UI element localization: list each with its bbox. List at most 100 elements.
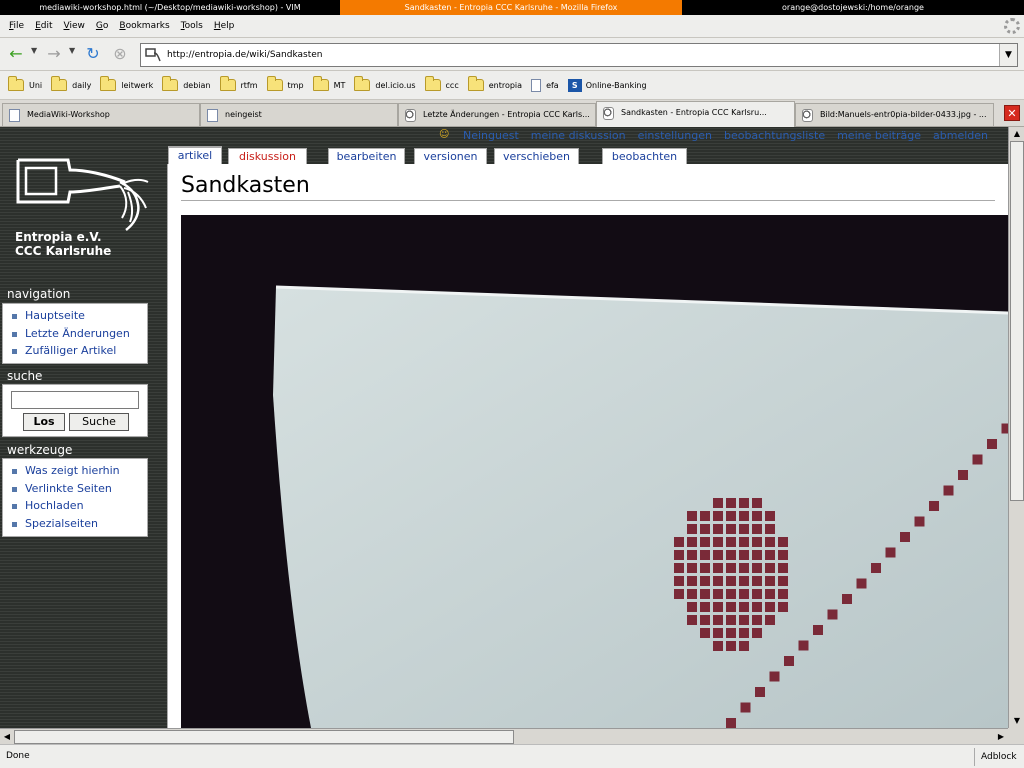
personal-link-user[interactable]: Neinguest [463,129,519,142]
personal-link-watchlist[interactable]: beobachtungsliste [724,129,825,142]
tab-letzte-aenderungen[interactable]: Letzte Änderungen - Entropia CCC Karls..… [398,103,596,126]
bookmark-ccc[interactable]: ccc [424,76,459,91]
url-history-dropdown-icon[interactable]: ▼ [999,44,1017,66]
vertical-scroll-thumb[interactable] [1010,141,1024,501]
tab-verschieben[interactable]: verschieben [494,148,579,164]
bookmark-online-banking[interactable]: S Online-Banking [567,78,647,92]
window-title-vim[interactable]: mediawiki-workshop.html (~/Desktop/media… [0,0,340,15]
bookmark-rtfm[interactable]: rtfm [219,76,258,91]
bookmark-entropia[interactable]: entropia [467,76,522,91]
personal-link-preferences[interactable]: einstellungen [638,129,712,142]
menu-view[interactable]: View [64,21,85,31]
user-icon: ☺ [439,129,450,140]
tool-link-whatlinkshere[interactable]: Was zeigt hierhin [11,462,147,480]
toolbox-heading: werkzeuge [7,443,73,457]
folder-icon [467,76,484,91]
tab-artikel[interactable]: artikel [168,146,222,164]
folder-icon [162,76,179,91]
close-tab-icon[interactable]: ✕ [1004,105,1020,121]
bookmark-efa[interactable]: efa [531,78,559,92]
menu-edit[interactable]: Edit [35,21,52,31]
search-heading: suche [7,369,43,383]
horizontal-scroll-thumb[interactable] [14,730,514,744]
tab-diskussion[interactable]: diskussion [228,148,307,164]
tab-bearbeiten[interactable]: bearbeiten [328,148,405,164]
tab-neingeist[interactable]: neingeist [200,103,398,126]
window-title-firefox[interactable]: Sandkasten - Entropia CCC Karlsruhe - Mo… [340,0,682,15]
logo-line-1: Entropia e.V. [15,230,102,244]
menu-bookmarks[interactable]: Bookmarks [119,21,169,31]
nav-link-hauptseite[interactable]: Hauptseite [11,307,147,325]
reload-icon[interactable]: ↻ [83,44,103,64]
search-box: Los Suche [2,384,148,437]
toolbox-box: Was zeigt hierhin Verlinkte Seiten Hochl… [2,458,148,537]
forward-dropdown-icon[interactable]: ▼ [69,46,75,55]
forward-arrow-icon[interactable]: → [44,44,64,64]
tool-link-special-pages[interactable]: Spezialseiten [11,515,147,533]
nav-link-letzte-aenderungen[interactable]: Letzte Änderungen [11,325,147,343]
page-title: Sandkasten [181,173,310,198]
personal-tools: ☺ Neinguest meine diskussion einstellung… [427,127,988,143]
wiki-favicon-icon [603,107,614,120]
page-icon [207,109,218,122]
personal-link-talk[interactable]: meine diskussion [531,129,626,142]
folder-icon [354,76,371,91]
navigation-box: Hauptseite Letzte Änderungen Zufälliger … [2,303,148,364]
page-viewport: ☺ Neinguest meine diskussion einstellung… [0,127,1008,728]
bookmark-mt[interactable]: MT [312,76,345,91]
tab-mediawiki-workshop[interactable]: MediaWiki-Workshop [2,103,200,126]
menu-help[interactable]: Help [214,21,235,31]
scroll-left-icon[interactable]: ◀ [0,730,14,744]
tab-bild-manuels[interactable]: Bild:Manuels-entr0pia-bilder-0433.jpg - … [795,103,994,126]
menu-file[interactable]: File [9,21,24,31]
personal-link-logout[interactable]: abmelden [933,129,988,142]
bookmark-uni[interactable]: Uni [8,76,42,91]
personal-link-contributions[interactable]: meine beiträge [837,129,921,142]
article-photo[interactable] [181,215,1008,728]
folder-icon [219,76,236,91]
scroll-up-icon[interactable]: ▲ [1010,127,1024,141]
back-dropdown-icon[interactable]: ▼ [31,46,37,55]
scroll-down-icon[interactable]: ▼ [1010,714,1024,728]
throbber-icon [1004,18,1020,34]
folder-icon [424,76,441,91]
bookmark-daily[interactable]: daily [51,76,91,91]
folder-icon [312,76,329,91]
stop-icon[interactable]: ⊗ [110,44,130,64]
horizontal-scrollbar[interactable]: ◀ ▶ [0,728,1008,744]
menu-tools[interactable]: Tools [181,21,203,31]
bank-icon: S [567,78,582,92]
scroll-right-icon[interactable]: ▶ [994,730,1008,744]
wiki-favicon-icon [802,109,813,122]
adblock-status[interactable]: Adblock [974,748,1022,766]
back-arrow-icon[interactable]: ← [6,44,26,64]
tool-link-upload[interactable]: Hochladen [11,497,147,515]
bookmark-leitwerk[interactable]: leitwerk [100,76,153,91]
bookmark-tmp[interactable]: tmp [266,76,304,91]
tool-link-related-changes[interactable]: Verlinkte Seiten [11,480,147,498]
status-text: Done [6,751,30,761]
tab-sandkasten[interactable]: Sandkasten - Entropia CCC Karlsru... [596,101,795,127]
folder-icon [8,76,24,91]
nav-link-zufaelliger-artikel[interactable]: Zufälliger Artikel [11,342,147,360]
site-logo[interactable]: Entropia e.V. CCC Karlsruhe [10,152,160,292]
go-button[interactable]: Los [23,413,65,431]
search-input[interactable] [11,391,139,409]
bookmark-debian[interactable]: debian [162,76,211,91]
scrollbar-corner [1008,728,1024,744]
url-bar[interactable]: ▼ [140,43,1018,67]
logo-line-2: CCC Karlsruhe [15,244,112,258]
vertical-scrollbar[interactable]: ▲ ▼ [1008,127,1024,728]
navigation-heading: navigation [7,287,71,301]
url-input[interactable] [165,46,993,64]
window-title-terminal[interactable]: orange@dostojewski:/home/orange [682,0,1024,15]
photo-led-matrix-image [181,215,1008,728]
folder-icon [266,76,283,91]
menu-go[interactable]: Go [96,21,109,31]
tab-versionen[interactable]: versionen [414,148,487,164]
search-button[interactable]: Suche [69,413,129,431]
wiki-favicon-icon [405,109,416,122]
bookmark-delicious[interactable]: del.icio.us [354,76,416,91]
tab-beobachten[interactable]: beobachten [602,148,687,164]
status-bar: Done Adblock [0,744,1024,768]
